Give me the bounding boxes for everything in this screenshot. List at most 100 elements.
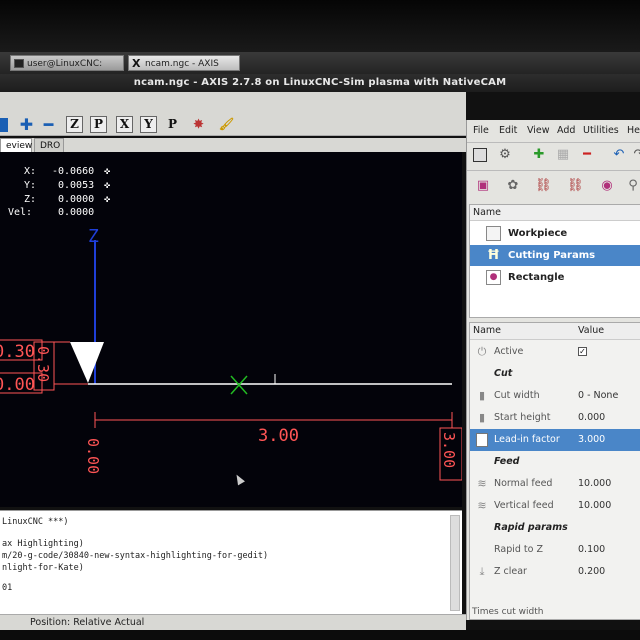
- menu-file[interactable]: File: [473, 120, 489, 142]
- polyline-feature-icon[interactable]: ⛓: [567, 178, 584, 194]
- console-line: ax Highlighting): [2, 539, 84, 549]
- dro-vel-value: 0.0000: [58, 207, 94, 218]
- props-value-header: Value: [578, 325, 605, 336]
- menu-utilities[interactable]: Utilities: [583, 120, 619, 142]
- prop-value[interactable]: 10.000: [578, 473, 611, 495]
- taskbar-item-axis[interactable]: X ncam.ngc - AXIS: [128, 55, 240, 71]
- cut-width-icon: ▮: [478, 389, 486, 402]
- window-title: ncam.ngc - AXIS 2.7.8 on LinuxCNC-Sim pl…: [0, 74, 640, 92]
- view-perspective-button[interactable]: P: [164, 116, 181, 133]
- axis-x-icon: X: [132, 57, 141, 70]
- tab-dro[interactable]: DRO: [34, 138, 64, 152]
- feature-tree: Name Workpiece Ħ Cutting Params ● Rectan…: [469, 204, 640, 318]
- dro-x-label: X:: [24, 166, 36, 177]
- prop-value[interactable]: 3.000: [578, 429, 605, 451]
- prop-row-start-height[interactable]: ▮ Start height 0.000: [470, 407, 640, 429]
- prop-row-vertical-feed[interactable]: ≋ Vertical feed 10.000: [470, 495, 640, 517]
- view-y-button[interactable]: Y: [140, 116, 157, 133]
- prop-label: Active: [494, 346, 524, 357]
- console-line: m/20-g-code/30840-new-syntax-highlightin…: [2, 551, 269, 561]
- prop-value[interactable]: 10.000: [578, 495, 611, 517]
- lead-in-icon: [476, 433, 488, 447]
- tree-item-cutting-params[interactable]: Ħ Cutting Params: [470, 245, 640, 266]
- tool-cone: [70, 342, 104, 383]
- taskbar-item-terminal[interactable]: user@LinuxCNC:: [10, 55, 124, 71]
- console-output[interactable]: LinuxCNC ***) ax Highlighting) m/20-g-co…: [0, 510, 462, 615]
- preview-canvas: X: -0.0660 ✜ Y: 0.0053 ✜ Z: 0.0000 ✜ Vel…: [0, 166, 462, 481]
- prop-section-label: Cut: [494, 368, 513, 379]
- status-bar: Position: Relative Actual: [0, 614, 466, 631]
- start-height-icon: ▮: [478, 411, 486, 424]
- gcode-preview[interactable]: X: -0.0660 ✜ Y: 0.0053 ✜ Z: 0.0000 ✜ Vel…: [0, 152, 462, 507]
- prop-row-normal-feed[interactable]: ≋ Normal feed 10.000: [470, 473, 640, 495]
- remove-icon[interactable]: ━: [579, 147, 595, 163]
- nativecam-feature-toolbar: ▣ ✿ ⛓ ⛓ ◉ ⚲: [467, 170, 640, 201]
- prop-row-cut-width[interactable]: ▮ Cut width 0 - None: [470, 385, 640, 407]
- console-scrollbar[interactable]: [450, 515, 460, 611]
- view-z2-button[interactable]: P: [90, 116, 107, 133]
- view-x-button[interactable]: X: [116, 116, 133, 133]
- prop-value[interactable]: 0.100: [578, 539, 605, 561]
- prop-row-lead-in-factor[interactable]: Lead-in factor 3.000: [470, 429, 640, 451]
- prop-label: Start height: [494, 412, 551, 423]
- zoom-out-button[interactable]: ━: [40, 116, 57, 133]
- zoom-in-button[interactable]: ✚: [18, 116, 35, 133]
- rotate-view-icon[interactable]: ✸: [190, 116, 207, 133]
- dim-left-vertical-label: 0.30: [34, 346, 52, 382]
- prop-value[interactable]: 0.000: [578, 407, 605, 429]
- clear-plot-icon[interactable]: 🖌: [218, 116, 235, 133]
- settings-icon[interactable]: ⚙: [497, 147, 513, 163]
- view-z-button[interactable]: Z: [66, 116, 83, 133]
- width-dimension-label: 3.00: [258, 426, 299, 446]
- add-icon[interactable]: ✚: [531, 147, 547, 163]
- drill-feature-icon[interactable]: ◉: [599, 178, 615, 194]
- prop-section-label: Feed: [494, 456, 520, 467]
- properties-table: Name Value ⏻ Active ✓ Cut ▮ Cut width 0 …: [469, 322, 640, 620]
- line-feature-icon[interactable]: ⛓: [535, 178, 552, 194]
- z-axis-label: Z: [88, 226, 99, 247]
- menu-view[interactable]: View: [527, 120, 550, 142]
- tab-preview[interactable]: eview: [0, 138, 32, 152]
- dim-bottom-vertical-label: 0.00: [84, 438, 102, 474]
- workpiece-icon: [486, 226, 501, 241]
- taskbar: user@LinuxCNC: X ncam.ngc - AXIS: [0, 52, 640, 74]
- tool-feature-icon[interactable]: ⚲: [625, 178, 640, 194]
- redo-icon[interactable]: ↷: [631, 147, 640, 163]
- menu-add[interactable]: Add: [557, 120, 575, 142]
- home-icon: ✜: [104, 180, 110, 191]
- duplicate-icon[interactable]: ▦: [555, 147, 571, 163]
- active-checkbox[interactable]: ✓: [578, 341, 587, 363]
- taskbar-item-label: user@LinuxCNC:: [27, 59, 103, 69]
- tree-item-rectangle[interactable]: ● Rectangle: [470, 267, 640, 288]
- tree-item-workpiece[interactable]: Workpiece: [470, 223, 640, 244]
- view-tabs: eview DRO: [0, 138, 466, 152]
- prop-row-rapid-to-z[interactable]: Rapid to Z 0.100: [470, 539, 640, 561]
- dro-vel-label: Vel:: [8, 207, 32, 218]
- nativecam-panel: File Edit View Add Utilities He ⚙ ✚ ▦ ━ …: [466, 120, 640, 620]
- dro-y-label: Y:: [24, 180, 36, 191]
- console-line: LinuxCNC ***): [2, 517, 69, 527]
- feed-icon: ≋: [477, 477, 487, 490]
- nativecam-toolbar: ⚙ ✚ ▦ ━ ↶ ↷: [467, 142, 640, 169]
- toolbar-edge-button[interactable]: [0, 118, 8, 132]
- menu-help[interactable]: He: [627, 120, 640, 142]
- prop-section-label: Rapid params: [494, 522, 568, 533]
- power-icon: ⏻: [477, 345, 487, 358]
- property-description: Times cut width: [472, 607, 544, 617]
- menu-edit[interactable]: Edit: [499, 120, 517, 142]
- rectangle-icon: ●: [486, 270, 501, 285]
- save-icon[interactable]: [473, 148, 487, 162]
- circle-feature-icon[interactable]: ✿: [505, 178, 521, 194]
- prop-row-z-clear[interactable]: ⤓ Z clear 0.200: [470, 561, 640, 583]
- monitor-bezel-bottom: [0, 630, 640, 640]
- prop-value[interactable]: 0 - None: [578, 385, 618, 407]
- tree-item-label: Cutting Params: [508, 250, 596, 261]
- undo-icon[interactable]: ↶: [611, 147, 627, 163]
- prop-label: Rapid to Z: [494, 544, 543, 555]
- dro-x-value: -0.0660: [52, 166, 94, 177]
- prop-row-active[interactable]: ⏻ Active ✓: [470, 341, 640, 363]
- prop-section-feed: Feed: [470, 451, 640, 473]
- rectangle-feature-icon[interactable]: ▣: [475, 178, 491, 194]
- home-icon: ✜: [104, 166, 110, 177]
- prop-value[interactable]: 0.200: [578, 561, 605, 583]
